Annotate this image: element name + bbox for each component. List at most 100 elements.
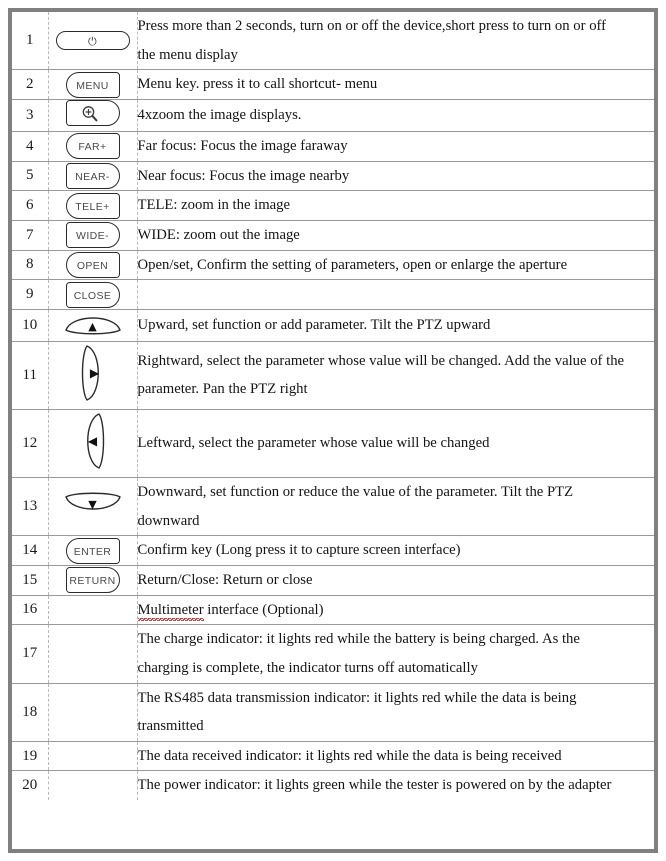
row-number: 8 bbox=[12, 249, 49, 281]
key-illustration-cell bbox=[48, 624, 138, 684]
description-line: Multimeter interface (Optional) bbox=[137, 596, 655, 625]
row-number: 6 bbox=[12, 190, 49, 221]
key-illustration-cell: ▲ bbox=[48, 308, 138, 342]
table-row: 11 ▶ Rightward, select the parameter whose… bbox=[12, 340, 654, 410]
row-number: 4 bbox=[12, 130, 49, 162]
table-row: 14 ENTER Confirm key (Long press it to cap… bbox=[12, 535, 654, 566]
description-line: Press more than 2 seconds, turn on or of… bbox=[137, 18, 607, 34]
tele-key[interactable]: TELE+ bbox=[65, 192, 120, 219]
table-row: 15 RETURN Return/Close: Return or close bbox=[12, 564, 654, 596]
arrow-up-icon: ▲ bbox=[88, 320, 97, 334]
misspelled-word: Multimeter bbox=[137, 601, 204, 621]
row-number: 9 bbox=[12, 279, 49, 310]
row-number: 15 bbox=[12, 564, 49, 596]
row-number: 18 bbox=[12, 682, 49, 742]
row-number: 19 bbox=[12, 740, 49, 772]
description-line: the menu display bbox=[137, 46, 238, 63]
key-illustration-cell: ⏻ bbox=[48, 12, 138, 71]
description-cell: The power indicator: it lights green whi… bbox=[137, 770, 654, 801]
arrow-right-key[interactable]: ▶ bbox=[78, 342, 108, 404]
key-illustration-cell: MENU bbox=[48, 69, 138, 100]
description-line: Open/set, Confirm the setting of paramet… bbox=[137, 256, 568, 273]
wide-key[interactable]: WIDE- bbox=[65, 222, 120, 249]
table-row: 17 The charge indicator: it lights red wh… bbox=[12, 624, 654, 684]
description-line: Rightward, select the parameter whose va… bbox=[137, 352, 625, 369]
open-key[interactable]: OPEN bbox=[65, 251, 120, 278]
key-illustration-cell: ◀ bbox=[48, 408, 138, 478]
description-cell: Confirm key (Long press it to capture sc… bbox=[137, 535, 654, 566]
enter-key[interactable]: ENTER bbox=[65, 537, 120, 564]
description-cell: TELE: zoom in the image bbox=[137, 190, 654, 221]
key-illustration-cell bbox=[48, 770, 138, 801]
description-cell: Open/set, Confirm the setting of paramet… bbox=[137, 249, 654, 281]
close-key[interactable]: CLOSE bbox=[65, 281, 120, 308]
key-label: RETURN bbox=[69, 575, 116, 588]
description-cell: Return/Close: Return or close bbox=[137, 564, 654, 596]
power-icon: ⏻ bbox=[87, 35, 98, 49]
key-illustration-cell: TELE+ bbox=[48, 190, 138, 221]
description-line: Near focus: Focus the image nearby bbox=[137, 167, 350, 184]
key-label: MENU bbox=[76, 79, 109, 92]
row-number: 20 bbox=[12, 770, 49, 801]
arrow-down-key[interactable]: ▼ bbox=[62, 491, 124, 517]
table-row: 19 The data received indicator: it lights… bbox=[12, 740, 654, 772]
key-illustration-cell: NEAR- bbox=[48, 160, 138, 192]
description-line: Leftward, select the parameter whose val… bbox=[137, 435, 490, 452]
row-number: 11 bbox=[12, 340, 49, 410]
table-row: 18 The RS485 data transmission indicator:… bbox=[12, 682, 654, 742]
arrow-left-icon: ◀ bbox=[87, 433, 98, 448]
table-row: 13 ▼ Downward, set function or reduce the … bbox=[12, 476, 654, 537]
table-frame: 1 ⏻ Press more than 2 seconds, turn on or … bbox=[8, 8, 658, 853]
table-row: 16 Multimeter interface (Optional) bbox=[12, 594, 655, 626]
row-number: 16 bbox=[12, 594, 49, 626]
key-illustration-cell bbox=[48, 98, 138, 132]
description-cell: The charge indicator: it lights red whil… bbox=[137, 624, 654, 684]
arrow-left-key[interactable]: ◀ bbox=[78, 410, 108, 472]
power-key[interactable]: ⏻ bbox=[55, 31, 130, 51]
description-cell: Menu key. press it to call shortcut- men… bbox=[137, 69, 654, 100]
key-illustration-cell: ▼ bbox=[48, 476, 138, 537]
table-row: 5 NEAR- Near focus: Focus the image nearby bbox=[12, 160, 654, 192]
description-cell: Multimeter interface (Optional) bbox=[137, 594, 655, 626]
key-illustration-cell bbox=[48, 594, 138, 626]
key-label: FAR+ bbox=[78, 141, 107, 154]
description-line: 4xzoom the image displays. bbox=[137, 107, 302, 124]
description-line: The RS485 data transmission indicator: i… bbox=[137, 689, 577, 706]
arrow-up-key[interactable]: ▲ bbox=[62, 310, 124, 336]
description-line: transmitted bbox=[137, 718, 204, 735]
description-line: TELE: zoom in the image bbox=[137, 197, 291, 214]
arrow-right-icon: ▶ bbox=[89, 365, 100, 380]
row-number: 5 bbox=[12, 160, 49, 192]
table-row: 20 The power indicator: it lights green w… bbox=[12, 770, 654, 801]
row-number: 12 bbox=[12, 408, 49, 478]
table-row: 12 ◀ Leftward, select the parameter whose … bbox=[12, 408, 654, 478]
description-line: The data received indicator: it lights r… bbox=[137, 747, 562, 764]
key-label: NEAR- bbox=[75, 170, 110, 183]
key-label: WIDE- bbox=[76, 230, 109, 243]
table-row: 1 ⏻ Press more than 2 seconds, turn on or … bbox=[12, 12, 654, 71]
table-row: 7 WIDE- WIDE: zoom out the image bbox=[12, 219, 654, 251]
row-number: 13 bbox=[12, 476, 49, 537]
key-illustration-cell bbox=[48, 682, 138, 742]
description-cell: Near focus: Focus the image nearby bbox=[137, 160, 654, 192]
table-body: 1 ⏻ Press more than 2 seconds, turn on or … bbox=[12, 12, 655, 801]
table-row: 6 TELE+ TELE: zoom in the image bbox=[12, 190, 654, 221]
row-number: 17 bbox=[12, 624, 49, 684]
description-cell: Downward, set function or reduce the val… bbox=[137, 476, 654, 537]
row-number: 2 bbox=[12, 69, 49, 100]
key-illustration-cell: FAR+ bbox=[48, 130, 138, 162]
key-illustration-cell: CLOSE bbox=[48, 279, 138, 310]
description-cell: The data received indicator: it lights r… bbox=[137, 740, 654, 772]
description-line: charging is complete, the indicator turn… bbox=[137, 659, 478, 676]
menu-key[interactable]: MENU bbox=[65, 71, 120, 98]
zoom-in-key[interactable] bbox=[65, 99, 120, 126]
near-key[interactable]: NEAR- bbox=[65, 162, 120, 189]
row-number: 14 bbox=[12, 535, 49, 566]
description-cell: Leftward, select the parameter whose val… bbox=[137, 408, 654, 478]
far-key[interactable]: FAR+ bbox=[65, 133, 120, 160]
return-key[interactable]: RETURN bbox=[65, 567, 120, 594]
description-line: Downward, set function or reduce the val… bbox=[137, 483, 574, 500]
key-illustration-cell bbox=[48, 740, 138, 772]
description-cell: WIDE: zoom out the image bbox=[137, 219, 654, 251]
key-description-table: 1 ⏻ Press more than 2 seconds, turn on or … bbox=[12, 12, 655, 801]
